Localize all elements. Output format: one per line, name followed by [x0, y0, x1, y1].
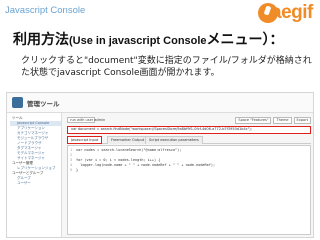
toolbar: run with user admin Space "Features" Them…: [67, 116, 311, 124]
code-editor[interactable]: 1 var nodes = search.luceneSearch("@name:…: [67, 145, 311, 235]
screenshot-sidebar: ツール Javascript Console アプリケーション カテゴリマネージャ モジ…: [7, 113, 62, 237]
toolbar-action-button[interactable]: Theme: [273, 117, 292, 124]
editor-tab[interactable]: Script execution parameters: [145, 136, 203, 144]
screenshot-main: run with user admin Space "Features" Them…: [67, 113, 313, 237]
run-as-field[interactable]: run with user admin: [67, 117, 105, 123]
title-sub: (Use in javascript Console: [69, 35, 207, 47]
embedded-screenshot: 管理ツール ツール Javascript Console アプリケーション カテゴリマ…: [6, 92, 314, 238]
logo-text: aegif: [271, 2, 313, 23]
editor-tab[interactable]: Freemarker Output: [107, 136, 149, 144]
top-label: Javascript Console: [5, 5, 86, 16]
page-title: 利用方法(Use in javascript Consoleメニュー）：: [13, 29, 284, 49]
editor-tab[interactable]: Javascript Input: [67, 136, 103, 144]
code-text: var nodes = search.luceneSearch("@name:a…: [76, 148, 182, 152]
editor-tabs: Javascript Input Freemarker Output Script …: [67, 136, 311, 144]
sidebar-item[interactable]: ユーザー: [10, 181, 61, 186]
code-line: 5}: [70, 168, 310, 173]
app-icon: [12, 97, 23, 108]
code-text: logger.log(node.name + " " + node.nodeRe…: [76, 163, 216, 167]
code-text: }: [76, 168, 79, 172]
title-tail: メニュー）：: [206, 32, 284, 48]
app-title: 管理ツール: [27, 100, 60, 108]
document-variable-line: var document = search.findNode("workspac…: [67, 126, 311, 134]
title-main: 利用方法: [13, 32, 69, 48]
screenshot-header: 管理ツール: [7, 93, 313, 113]
toolbar-action-button[interactable]: Space "Features": [235, 117, 272, 124]
toolbar-action-button[interactable]: Export: [293, 117, 311, 124]
toolbar-actions: Space "Features" Theme Export: [233, 117, 311, 124]
code-text: for (var i = 0; i < nodes.length; i++) {: [76, 158, 161, 162]
aegif-logo: aegif: [258, 3, 316, 25]
description-text: クリックすると"document"変数に指定のファイル/フォルダが格納された状態…: [21, 56, 312, 78]
